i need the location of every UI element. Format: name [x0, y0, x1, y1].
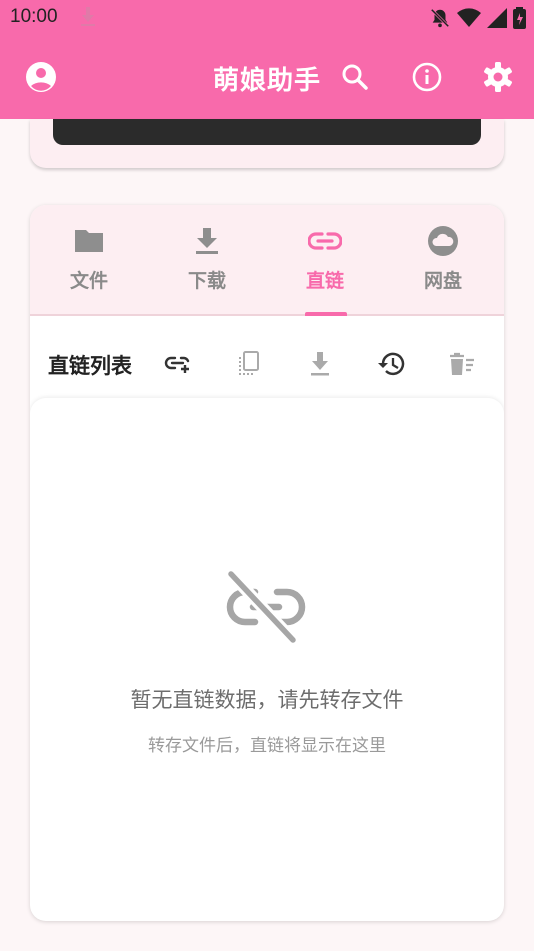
- tab-label: 文件: [69, 270, 108, 292]
- notifications-off-icon: [429, 7, 451, 33]
- link-icon: [305, 225, 345, 257]
- battery-icon: [513, 7, 526, 33]
- link-off-icon: [225, 569, 307, 648]
- tab-direct-link[interactable]: 直链: [266, 205, 384, 316]
- status-bar: 10:00: [0, 0, 534, 36]
- tab-bar: 文件 下载 直链 网盘: [30, 205, 504, 316]
- settings-icon[interactable]: [481, 60, 515, 94]
- empty-state-subtitle: 转存文件后，直链将显示在这里: [148, 736, 386, 756]
- copy-icon[interactable]: [231, 347, 265, 381]
- clear-list-icon[interactable]: [445, 347, 479, 381]
- folder-icon: [69, 225, 109, 257]
- app-title: 萌娘助手: [212, 66, 321, 96]
- download-icon[interactable]: [303, 347, 337, 381]
- info-icon[interactable]: [410, 60, 444, 94]
- signal-icon: [487, 8, 507, 32]
- status-time: 10:00: [10, 6, 58, 27]
- tab-label: 网盘: [423, 270, 462, 292]
- cloud-icon: [423, 225, 463, 257]
- dark-panel: [53, 119, 481, 145]
- empty-state-title: 暂无直链数据，请先转存文件: [130, 688, 404, 712]
- wifi-icon: [457, 8, 481, 32]
- tab-download[interactable]: 下载: [148, 205, 266, 314]
- tab-label: 直链: [305, 270, 344, 292]
- download-notification-icon: [78, 6, 98, 32]
- tab-indicator: [305, 312, 347, 316]
- tab-cloud[interactable]: 网盘: [384, 205, 502, 314]
- list-toolbar: 直链列表: [30, 326, 504, 398]
- main-card: 文件 下载 直链 网盘 直链列表 暂无直链数据，请先转存文件 转存文件后，直链将…: [30, 205, 504, 921]
- list-title: 直链列表: [48, 354, 132, 378]
- top-card: [30, 119, 504, 168]
- add-link-icon[interactable]: [161, 347, 195, 381]
- download-icon: [187, 225, 227, 257]
- tab-files[interactable]: 文件: [30, 205, 148, 314]
- search-icon[interactable]: [338, 60, 372, 94]
- direct-link-list: 暂无直链数据，请先转存文件 转存文件后，直链将显示在这里: [30, 398, 504, 921]
- app-bar: 萌娘助手: [0, 36, 534, 119]
- tab-label: 下载: [187, 270, 226, 292]
- history-icon[interactable]: [374, 347, 408, 381]
